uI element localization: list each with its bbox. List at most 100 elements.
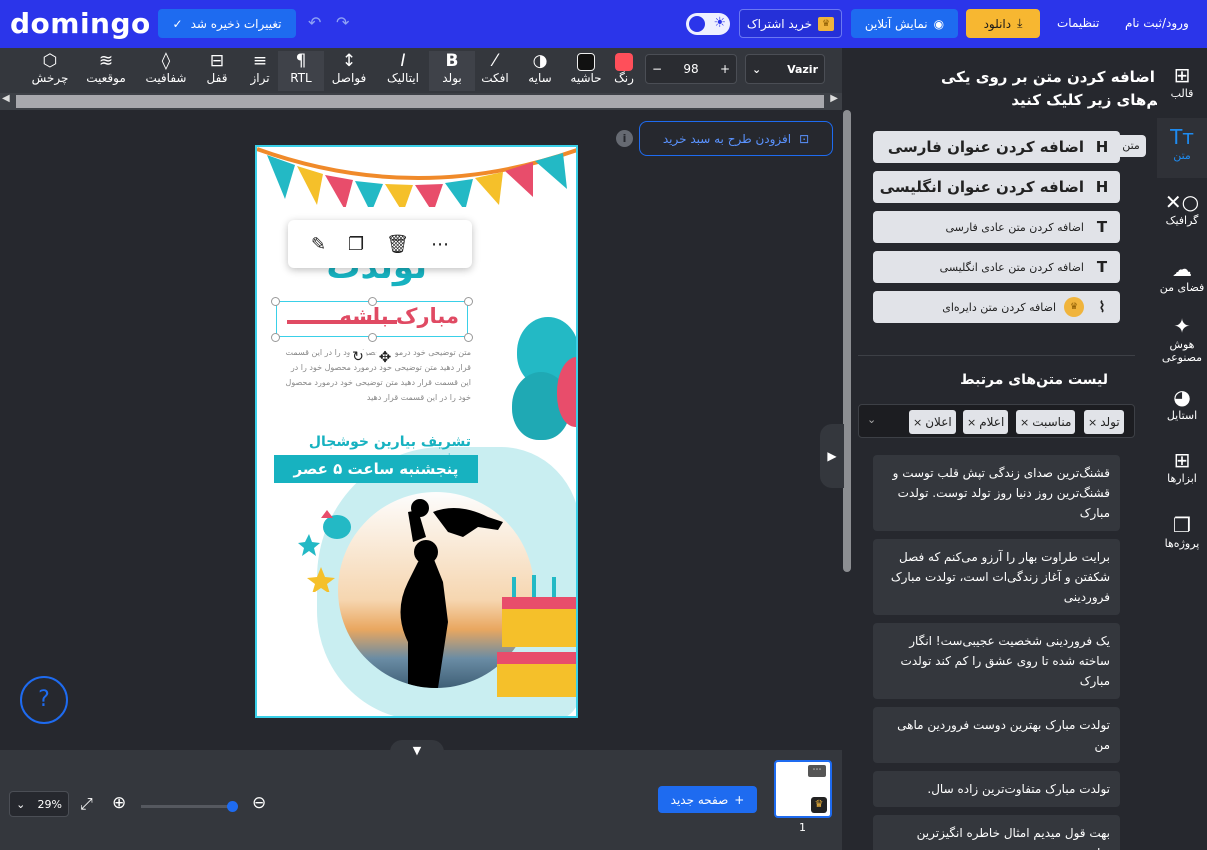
text-template-card[interactable]: تولدت مبارک متفاوت‌ترین زاده سال. [873, 771, 1120, 807]
close-icon[interactable]: × [1020, 416, 1029, 429]
toolbar-scrollbar[interactable]: ◀ ▶ [0, 93, 842, 110]
add-to-cart-button[interactable]: افزودن طرح به سبد خرید ⊡ [639, 121, 833, 156]
add-persian-text-button[interactable]: اضافه کردن متن عادی فارسی T [873, 211, 1120, 243]
minus-icon[interactable]: − [652, 62, 662, 76]
canvas-vertical-scrollbar[interactable] [843, 110, 851, 572]
resize-handle[interactable] [464, 333, 473, 342]
rail-item-tools[interactable]: ⊞ ابزارها [1157, 441, 1207, 501]
collapse-panel-button[interactable]: ▶ [820, 424, 844, 488]
tool-lock[interactable]: ⊟ قفل [194, 51, 240, 91]
login-link[interactable]: ورود/ثبت نام [1125, 16, 1189, 30]
tag-chip[interactable]: × اعلان [909, 410, 956, 434]
rtl-icon: ¶ [295, 51, 307, 71]
plus-icon: + [734, 792, 745, 807]
rail-item-my-space[interactable]: ☁ فضای من [1157, 250, 1207, 310]
cloud-icon: ☁ [1172, 257, 1192, 281]
zoom-out-icon[interactable]: ⊖ [252, 793, 266, 813]
fullscreen-icon[interactable]: ⤢ [80, 794, 93, 814]
edit-icon[interactable]: ✎ [311, 234, 326, 255]
tool-align[interactable]: ≡ تراز [237, 51, 283, 91]
tag-chip[interactable]: × مناسبت [1016, 410, 1076, 434]
text-template-card[interactable]: بهت قول میدیم امثال خاطره انگیزترین تولد… [873, 815, 1120, 850]
scroll-right-icon[interactable]: ▶ [830, 93, 838, 104]
resize-handle[interactable] [464, 297, 473, 306]
tool-spacing[interactable]: ↕ فواصل [326, 51, 372, 91]
page-number: 1 [799, 821, 806, 834]
ai-wand-icon: ✦ [1173, 314, 1191, 338]
tag-chip[interactable]: × تولد [1084, 410, 1124, 434]
more-icon[interactable]: ⋯ [808, 765, 826, 777]
tool-italic[interactable]: I ایتالیک [380, 51, 426, 91]
close-icon[interactable]: × [913, 416, 922, 429]
tool-effect[interactable]: ⁄ افکت [472, 51, 518, 91]
rail-item-style[interactable]: ◕ استایل [1157, 378, 1207, 438]
add-circular-text-button[interactable]: اضافه کردن متن دایره‌ای ♛ ⌇ [873, 291, 1120, 323]
tool-opacity[interactable]: ◊ شفافیت [143, 51, 189, 91]
poster-time-band[interactable]: پنجشنبه ساعت ۵ عصر [274, 455, 478, 483]
info-icon[interactable]: i [616, 130, 633, 147]
download-button[interactable]: دانلود ⤓ [966, 9, 1040, 38]
page-thumbnail[interactable]: ⋯ ♛ [774, 760, 832, 818]
zoom-slider[interactable] [141, 801, 238, 812]
tool-rtl[interactable]: ¶ RTL [278, 51, 324, 91]
resize-handle[interactable] [368, 297, 377, 306]
undo-icon[interactable]: ↶ [308, 13, 321, 32]
settings-link[interactable]: تنظیمات [1057, 16, 1099, 30]
subscribe-button[interactable]: خرید اشتراک ♛ [739, 9, 842, 38]
zoom-in-icon[interactable]: ⊕ [112, 793, 126, 813]
online-label: نمایش آنلاین [864, 16, 928, 31]
tool-color[interactable]: رنگ [601, 51, 647, 91]
text-template-card[interactable]: تولدت مبارک بهترین دوست فروردین ماهی من [873, 707, 1120, 763]
tool-rotate[interactable]: ⬡ چرخش [27, 51, 73, 91]
resize-handle[interactable] [271, 297, 280, 306]
font-select[interactable]: ⌄ Vazir [745, 54, 825, 84]
tool-bold[interactable]: B بولد [429, 51, 475, 91]
close-icon[interactable]: × [1088, 416, 1097, 429]
close-icon[interactable]: × [967, 416, 976, 429]
plus-icon[interactable]: + [720, 62, 730, 76]
trash-icon[interactable]: 🗑 [386, 234, 409, 255]
poster-subtitle[interactable]: مبارک باشه [339, 304, 459, 328]
theme-toggle[interactable]: ☀ [686, 13, 730, 35]
add-english-text-button[interactable]: اضافه کردن متن عادی انگلیسی T [873, 251, 1120, 283]
redo-icon[interactable]: ↷ [336, 13, 349, 32]
rail-item-graphics[interactable]: ✕○ گرافیک [1157, 183, 1207, 243]
zoom-slider-knob[interactable] [227, 801, 238, 812]
tool-position[interactable]: ≋ موقعیت [83, 51, 129, 91]
text-template-card[interactable]: قشنگ‌ترین صدای زندگی تپش قلب توست و قشنگ… [873, 455, 1120, 531]
move-handle-icon[interactable]: ✥ [375, 347, 395, 367]
chevron-down-icon: ⌄ [752, 62, 762, 76]
scroll-thumb[interactable] [16, 95, 824, 108]
resize-handle[interactable] [368, 333, 377, 342]
add-english-heading-button[interactable]: اضافه کردن عنوان انگلیسی H [873, 171, 1120, 203]
text-template-card[interactable]: یک فروردینی شخصیت عجیبی‌ست! انگار ساخته … [873, 623, 1120, 699]
new-page-label: صفحه جدید [670, 792, 729, 807]
rail-item-templates[interactable]: ⊞ قالب [1157, 56, 1207, 116]
add-persian-heading-button[interactable]: اضافه کردن عنوان فارسی H [873, 131, 1120, 163]
resize-handle[interactable] [271, 333, 280, 342]
scroll-left-icon[interactable]: ◀ [2, 93, 10, 104]
rotate-handle-icon[interactable]: ↻ [349, 348, 367, 366]
duplicate-icon[interactable]: ❐ [348, 234, 364, 255]
new-page-button[interactable]: صفحه جدید + [658, 786, 757, 813]
collapse-bottom-button[interactable]: ▼ [390, 740, 444, 762]
check-icon: ✓ [172, 16, 183, 31]
rail-item-projects[interactable]: ❐ پروژه‌ها [1157, 506, 1207, 566]
font-size-stepper[interactable]: − 98 + [645, 54, 737, 84]
zoom-select[interactable]: ⌄ 29% [9, 791, 69, 817]
online-preview-button[interactable]: نمایش آنلاین ◉ [851, 9, 958, 38]
more-icon[interactable]: ⋯ [431, 234, 449, 255]
selected-text-box[interactable]: مبارک باشه [276, 301, 468, 337]
tool-shadow[interactable]: ◑ سایه [517, 51, 563, 91]
text-template-card[interactable]: برایت طراوت بهار را آرزو می‌کنم که فصل ش… [873, 539, 1120, 615]
divider [858, 355, 1135, 356]
graphics-icon: ✕○ [1164, 190, 1200, 214]
rail-item-text[interactable]: Tт متن [1157, 118, 1207, 178]
rail-item-ai[interactable]: ✦ هوش مصنوعی [1157, 307, 1207, 377]
chevron-down-icon[interactable]: ⌄ [867, 413, 876, 426]
font-size-value[interactable]: 98 [683, 62, 698, 76]
help-button[interactable]: ? [20, 676, 68, 724]
tag-chip[interactable]: × اعلام [963, 410, 1009, 434]
save-status-button[interactable]: ✓ تغییرات ذخیره شد [158, 9, 296, 38]
tag-filter-box[interactable]: ⌄ × اعلان × اعلام × مناسبت × تولد [858, 404, 1135, 438]
